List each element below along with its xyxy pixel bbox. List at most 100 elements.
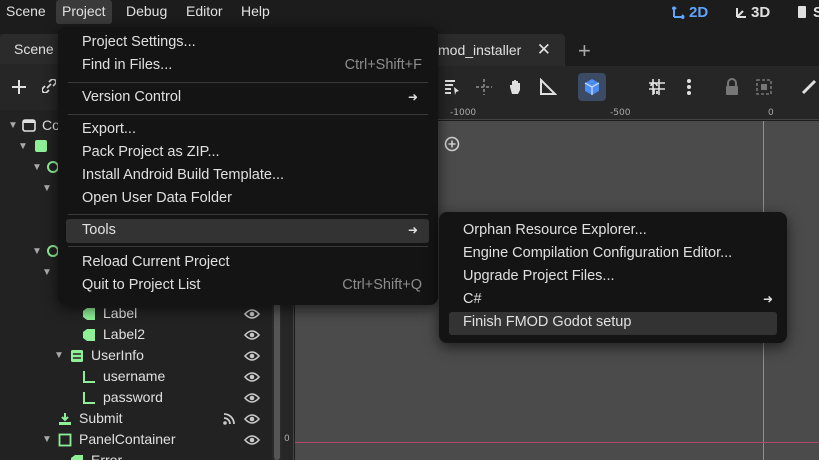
visibility-eye-icon[interactable] — [244, 392, 260, 404]
menu-item-version-control[interactable]: Version Control ➜ — [82, 86, 422, 109]
menu-item-label: Finish FMOD Godot setup — [463, 314, 632, 330]
view-script-label: S — [813, 3, 819, 21]
tree-row[interactable]: ▼ PanelContainer — [0, 429, 272, 450]
ruler-label: 0 — [284, 434, 290, 444]
menu-item-tools[interactable]: Tools ➜ — [82, 219, 422, 242]
more-options-icon[interactable] — [680, 78, 698, 96]
ruler-label: -1000 — [450, 108, 477, 118]
menu-project[interactable]: Project — [56, 0, 112, 24]
tab-mod-installer[interactable]: mod_installer ✕ — [430, 34, 565, 66]
move-mode-icon[interactable] — [475, 78, 493, 96]
menu-item-label: Orphan Resource Explorer... — [463, 222, 647, 238]
view-2d-label: 2D — [689, 3, 709, 21]
chevron-down-icon[interactable]: ▼ — [42, 268, 52, 278]
2d-view-icon — [672, 6, 685, 19]
shortcut-label: Ctrl+Shift+Q — [342, 277, 422, 293]
chevron-down-icon[interactable]: ▼ — [32, 247, 42, 257]
label-icon — [83, 329, 95, 341]
ruler-icon[interactable] — [539, 78, 557, 96]
view-script-button[interactable]: S — [796, 2, 819, 22]
visibility-eye-icon[interactable] — [244, 413, 260, 425]
menu-separator — [68, 114, 428, 115]
list-select-icon[interactable] — [443, 78, 461, 96]
group-icon[interactable] — [755, 78, 773, 96]
tree-row[interactable]: username — [0, 366, 272, 387]
menu-item-label: Upgrade Project Files... — [463, 268, 615, 284]
menu-item-engine-compilation-config[interactable]: Engine Compilation Configuration Editor.… — [463, 242, 773, 265]
script-view-icon — [798, 6, 806, 18]
menu-item-orphan-resource-explorer[interactable]: Orphan Resource Explorer... — [463, 219, 773, 242]
tree-row[interactable]: ▼ — [0, 178, 60, 199]
add-node-icon[interactable] — [10, 78, 28, 96]
panel-container-icon — [58, 433, 72, 447]
tree-row[interactable]: ▼ — [0, 262, 60, 283]
menu-item-pack-zip[interactable]: Pack Project as ZIP... — [82, 141, 422, 164]
chevron-down-icon[interactable]: ▼ — [18, 142, 28, 152]
tree-row[interactable]: password — [0, 387, 272, 408]
signal-connections-icon[interactable] — [222, 412, 236, 426]
tree-row[interactable]: Label2 — [0, 324, 272, 345]
menu-item-label: Install Android Build Template... — [82, 167, 285, 183]
chevron-down-icon[interactable]: ▼ — [42, 435, 52, 445]
grid-snap-icon[interactable] — [648, 78, 666, 96]
chevron-down-icon[interactable]: ▼ — [54, 351, 64, 361]
visibility-eye-icon[interactable] — [244, 434, 260, 446]
visibility-eye-icon[interactable] — [244, 350, 260, 362]
visibility-eye-icon[interactable] — [244, 371, 260, 383]
pan-hand-icon[interactable] — [507, 78, 525, 96]
tree-label: Label — [103, 305, 138, 321]
view-3d-label: 3D — [751, 3, 771, 21]
menu-item-finish-fmod-setup[interactable]: Finish FMOD Godot setup — [463, 311, 773, 334]
visibility-eye-icon[interactable] — [244, 308, 260, 320]
menu-item-install-android[interactable]: Install Android Build Template... — [82, 164, 422, 187]
select-mode-button[interactable] — [578, 73, 606, 101]
menu-editor[interactable]: Editor — [180, 0, 229, 24]
menu-item-label: Pack Project as ZIP... — [82, 144, 220, 160]
menu-item-quit-to-list[interactable]: Quit to Project List Ctrl+Shift+Q — [82, 274, 422, 297]
menu-item-find-in-files[interactable]: Find in Files... Ctrl+Shift+F — [82, 54, 422, 77]
menu-item-label: Engine Compilation Configuration Editor.… — [463, 245, 733, 261]
link-icon[interactable] — [42, 79, 56, 93]
label-icon — [71, 455, 83, 460]
shortcut-label: Ctrl+Shift+F — [344, 57, 422, 73]
menu-item-upgrade-project-files[interactable]: Upgrade Project Files... — [463, 265, 773, 288]
tree-row[interactable]: Label — [0, 303, 272, 324]
bone-icon[interactable] — [800, 78, 818, 96]
submenu-arrow-icon: ➜ — [407, 223, 418, 237]
tree-row[interactable]: Submit — [0, 408, 272, 429]
chevron-down-icon[interactable]: ▼ — [8, 121, 18, 131]
menu-help[interactable]: Help — [235, 0, 276, 24]
chevron-down-icon[interactable]: ▼ — [42, 184, 52, 194]
tree-row[interactable]: ▼ — [0, 157, 60, 178]
view-3d-button[interactable]: 3D — [734, 2, 770, 22]
scene-tab-label: mod_installer — [438, 42, 522, 58]
tree-label: Error — [91, 452, 123, 460]
menu-item-csharp[interactable]: C# ➜ — [463, 288, 773, 311]
tree-row[interactable]: ▼ — [0, 241, 60, 262]
tree-row[interactable]: ▼ UserInfo — [0, 345, 272, 366]
menu-item-label: Open User Data Folder — [82, 190, 232, 206]
menu-separator — [68, 82, 428, 83]
close-icon[interactable]: ✕ — [537, 40, 551, 60]
chevron-down-icon[interactable]: ▼ — [32, 163, 42, 173]
add-plus-icon[interactable] — [444, 136, 460, 152]
menu-item-export[interactable]: Export... — [82, 118, 422, 141]
menu-item-project-settings[interactable]: Project Settings... — [82, 31, 422, 54]
button-icon — [59, 413, 71, 425]
cube-select-icon — [584, 79, 600, 95]
tree-label: PanelContainer — [79, 431, 176, 447]
view-2d-button[interactable]: 2D — [672, 2, 708, 22]
tree-label: password — [103, 389, 163, 405]
lock-icon[interactable] — [723, 78, 741, 96]
menu-item-reload-project[interactable]: Reload Current Project — [82, 251, 422, 274]
menu-separator — [68, 246, 428, 247]
3d-view-icon — [736, 8, 746, 18]
menu-scene[interactable]: Scene — [0, 0, 52, 24]
visibility-eye-icon[interactable] — [244, 329, 260, 341]
add-tab-icon[interactable]: + — [578, 38, 591, 64]
menu-item-open-user-data[interactable]: Open User Data Folder — [82, 187, 422, 210]
menu-item-label: Export... — [82, 121, 136, 137]
tree-row[interactable]: Error — [0, 450, 272, 460]
menu-debug[interactable]: Debug — [120, 0, 173, 24]
tab-scene[interactable]: Scene — [0, 34, 62, 64]
